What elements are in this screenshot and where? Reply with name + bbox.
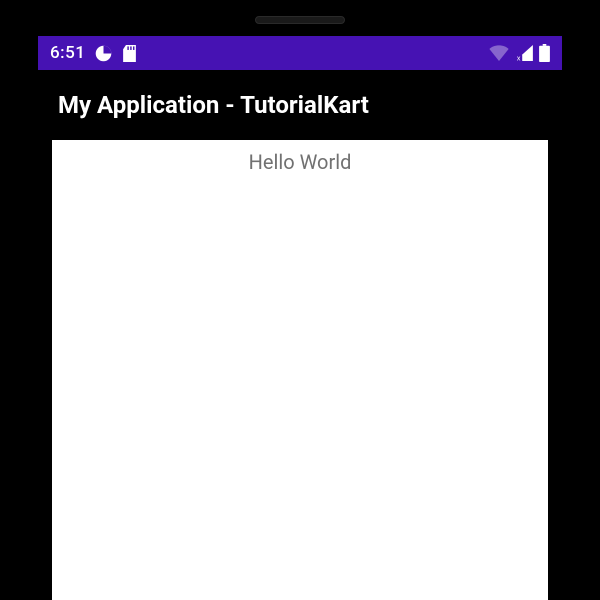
signal-badge-text: x (517, 55, 521, 61)
content-area: Hello World (52, 140, 548, 600)
app-bar: My Application - TutorialKart (38, 70, 562, 140)
device-frame: 6:51 (0, 0, 600, 600)
status-bar: 6:51 (38, 36, 562, 70)
pie-chart-icon (95, 45, 112, 62)
cellular-signal-icon: x (515, 45, 533, 61)
app-title: My Application - TutorialKart (58, 91, 369, 119)
status-bar-left: 6:51 (50, 43, 137, 63)
clock-text: 6:51 (50, 43, 85, 63)
status-bar-right: x (489, 44, 550, 62)
battery-full-icon (539, 44, 550, 62)
greeting-text: Hello World (249, 150, 352, 600)
speaker-slot (255, 16, 345, 24)
wifi-icon (489, 45, 509, 61)
sd-card-icon (122, 45, 137, 62)
